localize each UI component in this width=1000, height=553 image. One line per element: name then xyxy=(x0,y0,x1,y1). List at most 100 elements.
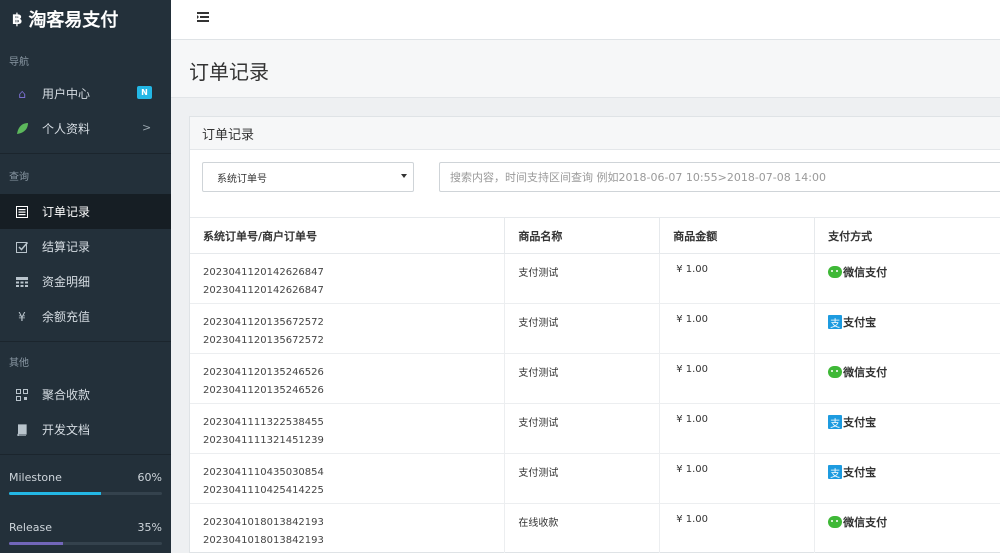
list-icon xyxy=(14,205,30,218)
sidebar-item-label: 订单记录 xyxy=(42,205,91,219)
payment-label: 微信支付 xyxy=(843,516,888,529)
orders-panel: 订单记录 系统订单号 系统订单号/商户订单号 商品名称 商品金额 支付方式 20… xyxy=(189,116,1000,553)
brand-title: 淘客易支付 xyxy=(28,10,119,31)
payment-method: 支支付宝 xyxy=(828,464,876,480)
nav-menu: ⌂ 用户中心 N 个人资料 > xyxy=(0,76,171,146)
table-header-row: 系统订单号/商户订单号 商品名称 商品金额 支付方式 xyxy=(190,217,1000,254)
sidebar-item-user-center[interactable]: ⌂ 用户中心 N xyxy=(0,76,171,111)
payment-label: 微信支付 xyxy=(843,366,888,379)
sidebar-item-label: 个人资料 xyxy=(42,122,91,136)
orders-table: 系统订单号/商户订单号 商品名称 商品金额 支付方式 2023041120142… xyxy=(190,217,1000,553)
product-amount: ¥ 1.00 xyxy=(659,403,816,454)
merchant-order-no: 2023041110425414225 xyxy=(203,485,324,496)
system-order-no: 2023041120135246526 xyxy=(203,367,324,378)
progress-label: Release xyxy=(9,521,52,534)
caret-down-icon xyxy=(401,174,407,178)
sidebar-item-recharge[interactable]: ¥ 余额充值 xyxy=(0,299,171,334)
search-input[interactable] xyxy=(439,162,1000,192)
product-amount: ¥ 1.00 xyxy=(659,253,816,304)
sidebar-item-label: 开发文档 xyxy=(42,423,91,437)
product-name: 支付测试 xyxy=(504,253,661,304)
sidebar-item-funds[interactable]: 资金明细 xyxy=(0,264,171,299)
payment-label: 支付宝 xyxy=(843,316,877,329)
sidebar-item-profile[interactable]: 个人资料 > xyxy=(0,111,171,146)
product-name: 在线收款 xyxy=(504,503,661,553)
col-header-amount: 商品金额 xyxy=(659,217,816,254)
merchant-order-no: 2023041120135672572 xyxy=(203,335,324,346)
sidebar-divider xyxy=(0,341,171,342)
progress-fill xyxy=(9,492,101,495)
top-header xyxy=(171,0,1000,40)
product-name: 支付测试 xyxy=(504,403,661,454)
table-row[interactable]: 2023041111322538455 2023041111321451239 支… xyxy=(190,403,1000,454)
progress-percent: 35% xyxy=(137,521,162,534)
system-order-no: 2023041018013842193 xyxy=(203,517,324,528)
col-header-product-name: 商品名称 xyxy=(504,217,661,254)
other-section-title: 其他 xyxy=(9,358,29,369)
table-row[interactable]: 2023041120135672572 2023041120135672572 支… xyxy=(190,303,1000,354)
bitcoin-icon: ฿ xyxy=(12,10,23,28)
brand[interactable]: ฿ 淘客易支付 xyxy=(0,0,171,38)
wechat-icon xyxy=(828,266,843,278)
payment-label: 支付宝 xyxy=(843,416,877,429)
payment-method: 微信支付 xyxy=(828,514,887,530)
query-section-title: 查询 xyxy=(9,172,29,183)
alipay-icon: 支 xyxy=(828,415,843,430)
table-row[interactable]: 2023041120142626847 2023041120142626847 支… xyxy=(190,253,1000,304)
product-name: 支付测试 xyxy=(504,453,661,504)
progress-fill xyxy=(9,542,63,545)
payment-method: 微信支付 xyxy=(828,264,887,280)
system-order-no: 2023041120135672572 xyxy=(203,317,324,328)
alipay-icon: 支 xyxy=(828,465,843,480)
merchant-order-no: 2023041018013842193 xyxy=(203,535,324,546)
sidebar-divider xyxy=(0,454,171,455)
nav-section-title: 导航 xyxy=(9,57,29,68)
sidebar-item-label: 余额充值 xyxy=(42,310,91,324)
table-row[interactable]: 2023041120135246526 2023041120135246526 支… xyxy=(190,353,1000,404)
product-amount: ¥ 1.00 xyxy=(659,503,816,553)
wechat-icon xyxy=(828,516,843,528)
search-type-select[interactable]: 系统订单号 xyxy=(202,162,414,192)
qrcode-icon xyxy=(14,388,30,401)
wechat-icon xyxy=(828,366,843,378)
payment-label: 微信支付 xyxy=(843,266,888,279)
sidebar-item-label: 资金明细 xyxy=(42,275,91,289)
col-header-order-no: 系统订单号/商户订单号 xyxy=(190,217,506,254)
table-row[interactable]: 2023041110435030854 2023041110425414225 支… xyxy=(190,453,1000,504)
sidebar-item-aggregate-payment[interactable]: 聚合收款 xyxy=(0,377,171,412)
sidebar-item-label: 结算记录 xyxy=(42,240,91,254)
sidebar-item-settlements[interactable]: 结算记录 xyxy=(0,229,171,264)
progress-release: Release 35% xyxy=(0,521,171,545)
menu-toggle-icon[interactable] xyxy=(197,10,209,26)
calculator-icon xyxy=(14,276,30,288)
page-header: 订单记录 xyxy=(171,40,1000,98)
system-order-no: 2023041110435030854 xyxy=(203,467,324,478)
col-header-payment: 支付方式 xyxy=(814,217,1000,254)
system-order-no: 2023041111322538455 xyxy=(203,417,324,428)
payment-method: 支支付宝 xyxy=(828,314,876,330)
payment-method: 支支付宝 xyxy=(828,414,876,430)
progress-label: Milestone xyxy=(9,471,62,484)
system-order-no: 2023041120142626847 xyxy=(203,267,324,278)
table-row[interactable]: 2023041018013842193 2023041018013842193 在… xyxy=(190,503,1000,553)
product-amount: ¥ 1.00 xyxy=(659,303,816,354)
chevron-right-icon: > xyxy=(142,121,152,134)
alipay-icon: 支 xyxy=(828,315,843,330)
new-badge: N xyxy=(137,86,152,99)
book-icon xyxy=(14,423,30,436)
merchant-order-no: 2023041120135246526 xyxy=(203,385,324,396)
sidebar-item-dev-docs[interactable]: 开发文档 xyxy=(0,412,171,447)
check-square-icon xyxy=(14,241,30,253)
product-name: 支付测试 xyxy=(504,303,661,354)
product-amount: ¥ 1.00 xyxy=(659,453,816,504)
leaf-icon xyxy=(14,122,30,135)
progress-milestone: Milestone 60% xyxy=(0,471,171,495)
payment-method: 微信支付 xyxy=(828,364,887,380)
page-title: 订单记录 xyxy=(189,60,269,84)
query-menu: 订单记录 结算记录 资金明细 ¥ 余额充值 xyxy=(0,194,171,334)
progress-track xyxy=(9,492,162,495)
progress-percent: 60% xyxy=(137,471,162,484)
home-icon: ⌂ xyxy=(18,86,26,101)
product-amount: ¥ 1.00 xyxy=(659,353,816,404)
sidebar-item-orders[interactable]: 订单记录 xyxy=(0,194,171,229)
